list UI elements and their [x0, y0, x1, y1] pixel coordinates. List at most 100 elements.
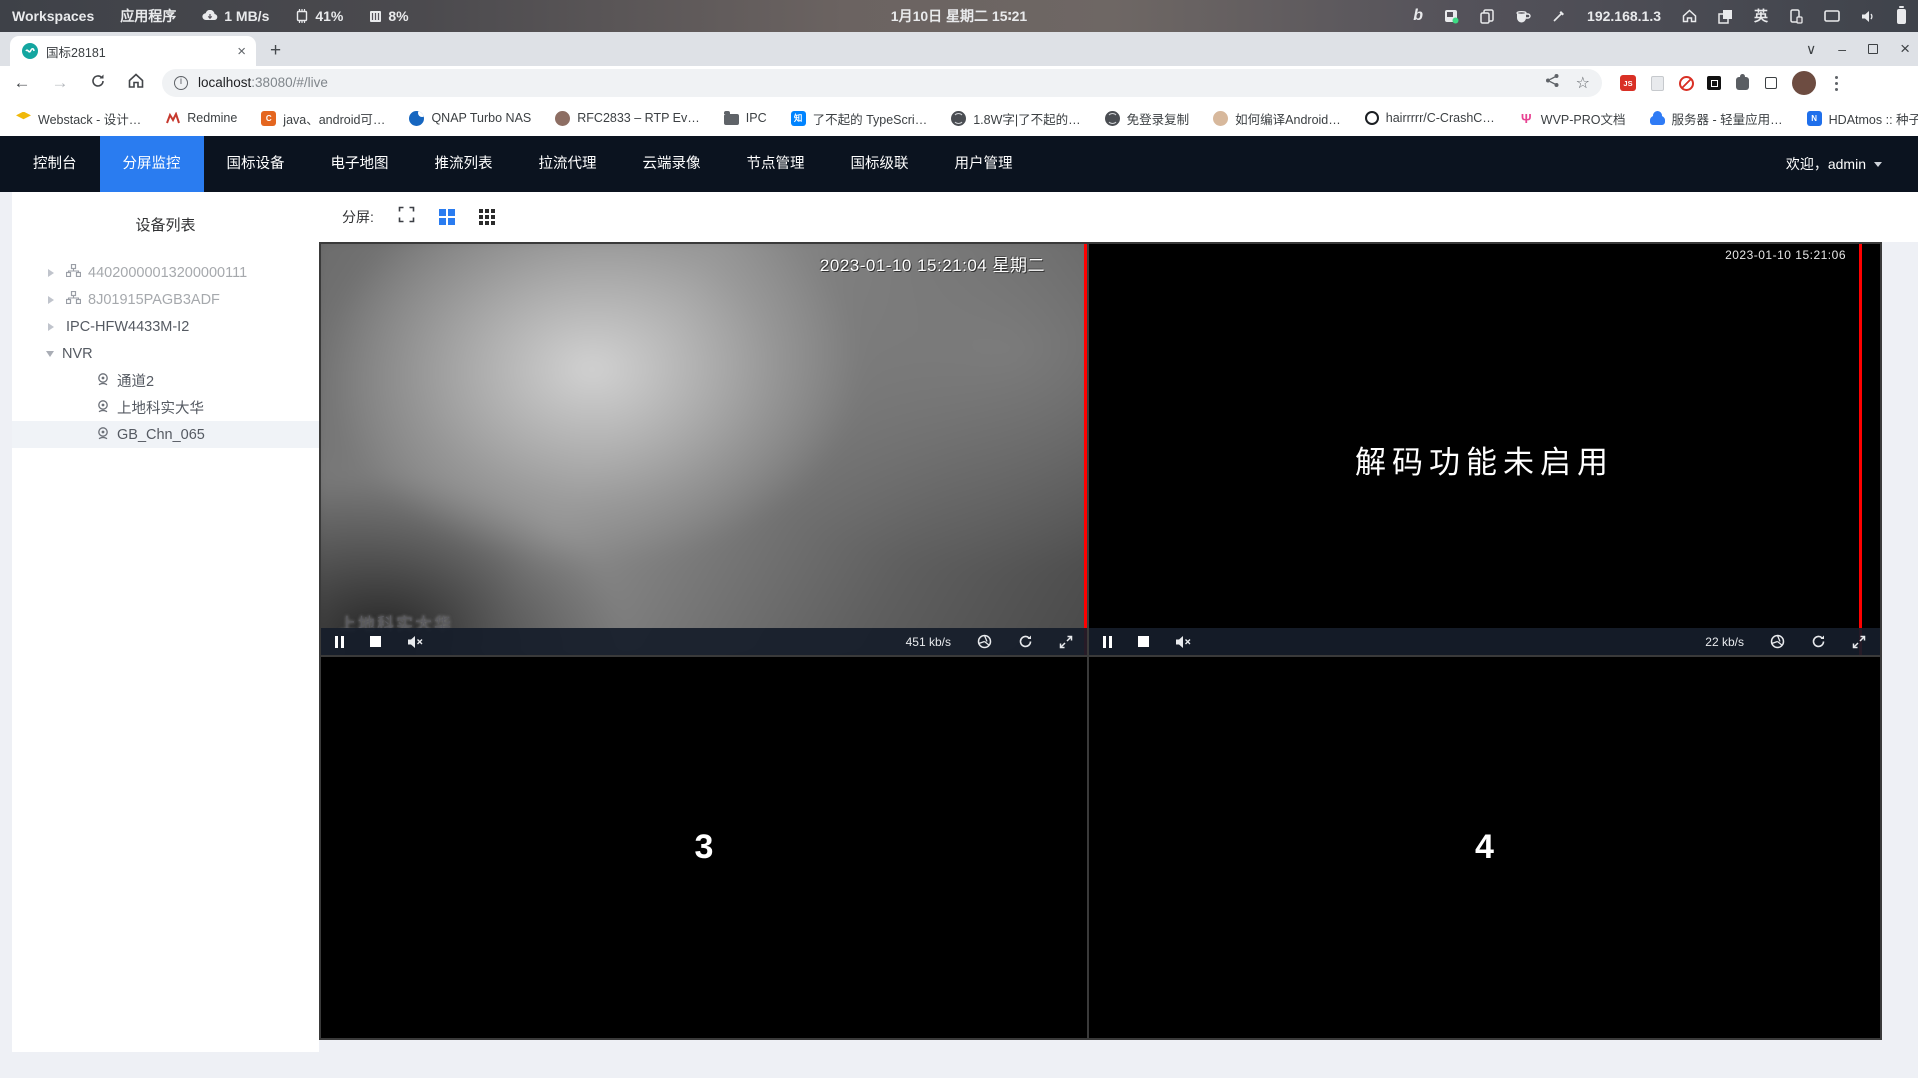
- video-cell-2[interactable]: 2023-01-10 15:21:06 解码功能未启用 22 kb/s: [1089, 244, 1880, 655]
- tab-pull-proxy[interactable]: 拉流代理: [516, 136, 620, 192]
- folder-icon: [723, 111, 739, 125]
- tree-item-ipc[interactable]: IPC-HFW4433M-I2: [12, 313, 319, 340]
- coffee-tray-icon[interactable]: [1515, 9, 1531, 23]
- tree-item-channel2[interactable]: 通道2: [12, 367, 319, 394]
- tab-console[interactable]: 控制台: [10, 136, 100, 192]
- clipboard-tray-icon[interactable]: [1480, 8, 1494, 24]
- bookmark-github[interactable]: hairrrrr/C-CrashC…: [1364, 111, 1495, 125]
- phone-link-icon[interactable]: [1789, 8, 1803, 24]
- reload-button[interactable]: [86, 73, 110, 94]
- browser-tab[interactable]: 国标28181 ×: [10, 36, 256, 66]
- bing-tray-icon[interactable]: b: [1413, 7, 1423, 25]
- pause-icon[interactable]: [335, 635, 344, 648]
- bookmark-18w[interactable]: 1.8W字|了不起的…: [951, 109, 1081, 128]
- tab-search-icon[interactable]: ∨: [1806, 41, 1816, 58]
- tab-node-manage[interactable]: 节点管理: [724, 136, 828, 192]
- box-extension-icon[interactable]: [1765, 77, 1777, 89]
- stop-icon[interactable]: [1138, 636, 1149, 647]
- bookmark-star-icon[interactable]: [1576, 73, 1590, 93]
- site-info-icon[interactable]: [174, 76, 188, 90]
- caret-right-icon[interactable]: [48, 268, 58, 277]
- mute-icon[interactable]: [1175, 635, 1192, 649]
- tab-gb-cascade[interactable]: 国标级联: [828, 136, 932, 192]
- recorder-extension-icon[interactable]: [1707, 76, 1721, 90]
- page-extension-icon[interactable]: [1650, 75, 1664, 91]
- video-cell-1[interactable]: 2023-01-10 15:21:04 星期二 上地科实大华 451 kb/s: [321, 244, 1087, 655]
- caret-right-icon[interactable]: [48, 295, 58, 304]
- tree-item-nvr[interactable]: NVR: [12, 340, 319, 367]
- tab-close-icon[interactable]: ×: [237, 43, 246, 60]
- video-cell-4[interactable]: 4: [1089, 657, 1880, 1038]
- tab-push-list[interactable]: 推流列表: [412, 136, 516, 192]
- tree-item-dahua[interactable]: 上地科实大华: [12, 394, 319, 421]
- refresh-icon[interactable]: [1811, 634, 1826, 649]
- workspaces-button[interactable]: Workspaces: [12, 8, 94, 24]
- home-tray-icon[interactable]: [1682, 9, 1697, 23]
- screen-share-icon[interactable]: [1824, 9, 1840, 23]
- expand-icon[interactable]: [1059, 635, 1073, 649]
- tab-split-monitor[interactable]: 分屏监控: [99, 136, 204, 192]
- browser-menu-icon[interactable]: [1835, 81, 1838, 85]
- tool-tray-icon[interactable]: [1552, 9, 1566, 23]
- battery-icon[interactable]: [1897, 5, 1906, 24]
- bookmark-webstack[interactable]: Webstack - 设计…: [16, 109, 141, 128]
- refresh-icon[interactable]: [1018, 634, 1033, 649]
- stop-icon[interactable]: [370, 636, 381, 647]
- ip-address[interactable]: 192.168.1.3: [1587, 8, 1661, 24]
- tree-item-platform[interactable]: 44020000013200000111: [12, 259, 319, 286]
- blocker-extension-icon[interactable]: [1678, 75, 1694, 91]
- pause-icon[interactable]: [1103, 635, 1112, 648]
- windows-tray-icon[interactable]: [1718, 9, 1733, 24]
- close-window-icon[interactable]: ×: [1900, 39, 1910, 59]
- bookmark-hdatmos[interactable]: N HDAtmos :: 种子 *…: [1806, 109, 1918, 128]
- snapshot-icon[interactable]: [977, 634, 992, 649]
- mute-icon[interactable]: [407, 635, 424, 649]
- share-icon[interactable]: [1545, 73, 1560, 93]
- bookmark-wvp-docs[interactable]: Ψ WVP-PRO文档: [1519, 109, 1626, 128]
- bookmark-redmine[interactable]: Redmine: [165, 111, 237, 126]
- bookmarks-bar: Webstack - 设计… Redmine C java、android可… …: [0, 100, 1918, 136]
- tree-item-platform[interactable]: 8J01915PAGB3ADF: [12, 286, 319, 313]
- snapshot-icon[interactable]: [1770, 634, 1785, 649]
- user-menu[interactable]: 欢迎，admin: [1786, 154, 1918, 174]
- js-extension-icon[interactable]: JS: [1620, 75, 1636, 91]
- address-bar[interactable]: localhost:38080/#/live: [162, 69, 1602, 97]
- applications-menu[interactable]: 应用程序: [120, 6, 176, 26]
- tab-user-manage[interactable]: 用户管理: [932, 136, 1036, 192]
- app-indicator-icon[interactable]: [1444, 9, 1459, 24]
- forward-button[interactable]: →: [48, 73, 72, 93]
- expand-icon[interactable]: [1852, 635, 1866, 649]
- tab-cloud-record[interactable]: 云端录像: [620, 136, 724, 192]
- bookmark-ipc-folder[interactable]: IPC: [723, 111, 767, 125]
- back-button[interactable]: ←: [10, 73, 34, 93]
- tab-gb-devices[interactable]: 国标设备: [204, 136, 308, 192]
- split-2x2-button[interactable]: [438, 209, 455, 225]
- bookmark-cloud-server[interactable]: 服务器 - 轻量应用…: [1649, 109, 1783, 128]
- bookmark-typescript[interactable]: 知 了不起的 TypeScri…: [790, 109, 927, 128]
- bookmark-java-android[interactable]: C java、android可…: [261, 109, 385, 128]
- browser-home-button[interactable]: [124, 73, 148, 93]
- caret-right-icon[interactable]: [48, 322, 58, 331]
- caret-down-icon[interactable]: [46, 351, 54, 361]
- volume-icon[interactable]: [1861, 10, 1876, 23]
- fullscreen-icon[interactable]: [398, 206, 415, 228]
- bookmark-qnap[interactable]: QNAP Turbo NAS: [409, 110, 531, 126]
- minimize-window-icon[interactable]: –: [1838, 41, 1846, 57]
- bookmark-copy-free[interactable]: 免登录复制: [1104, 109, 1189, 128]
- split-toolbar: 分屏:: [319, 192, 1918, 242]
- tree-item-gb-chn-065[interactable]: GB_Chn_065: [12, 421, 319, 448]
- video-cell-3[interactable]: 3: [321, 657, 1087, 1038]
- split-3x3-button[interactable]: [478, 209, 495, 225]
- tab-emap[interactable]: 电子地图: [308, 136, 412, 192]
- bookmark-rfc2833[interactable]: RFC2833 – RTP Ev…: [555, 110, 700, 126]
- extensions-puzzle-icon[interactable]: [1735, 73, 1749, 90]
- restore-window-icon[interactable]: [1868, 44, 1879, 54]
- github-icon: [1364, 111, 1379, 125]
- input-method-indicator[interactable]: 英: [1754, 6, 1768, 26]
- cluster-icon: [65, 263, 82, 281]
- avatar-icon: [1213, 110, 1229, 126]
- profile-avatar[interactable]: [1792, 71, 1816, 95]
- bookmark-android-compile[interactable]: 如何编译Android…: [1213, 109, 1341, 128]
- video-1-controls: 451 kb/s: [321, 628, 1087, 655]
- new-tab-button[interactable]: +: [270, 40, 281, 62]
